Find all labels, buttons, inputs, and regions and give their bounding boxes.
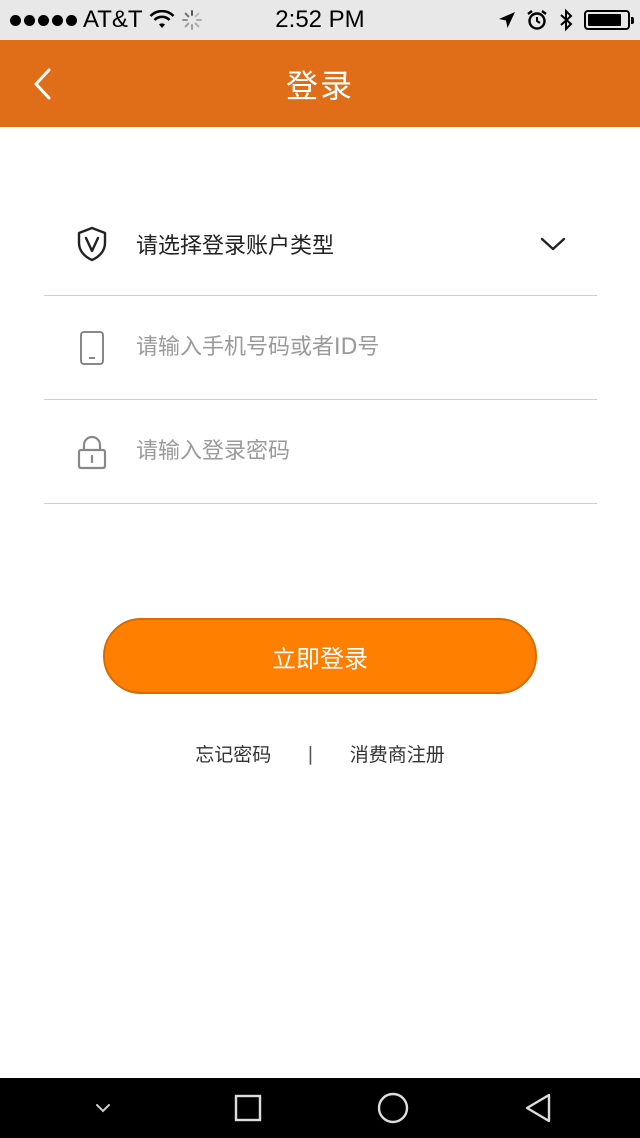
chevron-left-icon	[34, 68, 51, 100]
wifi-icon	[149, 10, 174, 28]
bluetooth-icon	[560, 8, 573, 32]
login-form: 请选择登录账户类型	[44, 192, 597, 504]
alarm-clock-icon	[527, 10, 547, 30]
status-right	[498, 8, 634, 32]
square-icon	[234, 1094, 261, 1122]
phone-input[interactable]	[136, 335, 576, 360]
system-nav-bar	[0, 1078, 640, 1138]
chevron-down-icon	[95, 1104, 110, 1113]
phone-icon	[68, 324, 116, 372]
status-bar: AT&T 2:52 PM	[0, 0, 640, 40]
secondary-links: 忘记密码 | 消费商注册	[0, 740, 640, 767]
password-row	[44, 400, 597, 504]
system-back-button[interactable]	[510, 1083, 566, 1133]
location-arrow-icon	[499, 12, 515, 28]
circle-icon	[377, 1092, 408, 1124]
account-type-label: 请选择登录账户类型	[136, 233, 335, 259]
forgot-password-link[interactable]: 忘记密码	[195, 740, 271, 767]
activity-spinner-icon	[181, 10, 202, 30]
page-title: 登录	[285, 66, 354, 105]
nav-bar: 登录	[0, 40, 640, 127]
triangle-back-icon	[525, 1093, 550, 1123]
password-input[interactable]	[136, 439, 576, 464]
shield-v-icon	[68, 220, 116, 268]
phone-row	[44, 296, 597, 400]
signal-strength-icon	[10, 14, 77, 26]
login-button[interactable]: 立即登录	[103, 618, 537, 694]
hide-keyboard-button[interactable]	[75, 1083, 131, 1133]
recent-apps-button[interactable]	[220, 1083, 276, 1133]
carrier-label: AT&T	[83, 6, 143, 33]
lock-icon	[68, 428, 116, 476]
back-button[interactable]	[22, 62, 62, 106]
account-type-select[interactable]: 请选择登录账户类型	[44, 192, 597, 296]
home-button[interactable]	[365, 1083, 421, 1133]
battery-icon	[584, 10, 634, 30]
status-left: AT&T	[10, 6, 498, 34]
chevron-down-icon[interactable]	[539, 232, 567, 256]
register-link[interactable]: 消费商注册	[350, 740, 445, 767]
link-separator: |	[307, 742, 314, 765]
